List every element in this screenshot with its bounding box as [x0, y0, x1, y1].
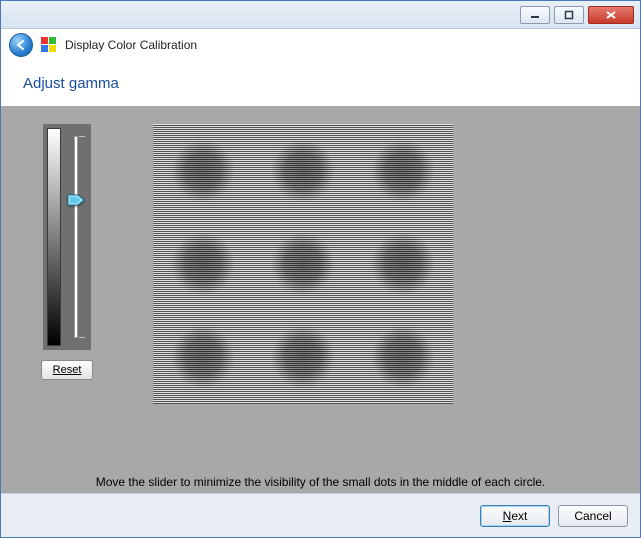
gamma-dot [153, 124, 253, 217]
slider-tick-bottom [79, 337, 85, 338]
slider-tick-top [79, 136, 85, 137]
gamma-dot [353, 311, 453, 404]
instruction-text: Move the slider to minimize the visibili… [1, 475, 640, 489]
back-button[interactable] [9, 33, 33, 57]
dot-grid [153, 124, 453, 404]
gamma-dot [353, 217, 453, 310]
cancel-button-label: Cancel [574, 509, 611, 523]
app-icon [41, 37, 57, 53]
close-button[interactable] [588, 6, 634, 24]
slider-thumb[interactable] [67, 194, 85, 206]
title-bar [1, 1, 640, 29]
gamma-dot [253, 124, 353, 217]
body: Adjust gamma [1, 61, 640, 493]
back-arrow-icon [14, 38, 28, 52]
header-row: Display Color Calibration [1, 29, 640, 61]
gamma-slider-panel [43, 124, 91, 350]
gamma-slider[interactable] [65, 128, 87, 346]
gradient-strip [47, 128, 61, 346]
gamma-dot [253, 217, 353, 310]
next-button[interactable]: Next [480, 505, 550, 527]
app-title: Display Color Calibration [65, 38, 197, 52]
gamma-test-pattern [153, 124, 453, 404]
gamma-dot [353, 124, 453, 217]
next-button-label: Next [503, 509, 528, 523]
slider-column: Reset [41, 124, 93, 380]
footer: Next Cancel [1, 493, 640, 537]
gamma-dot [153, 311, 253, 404]
gamma-dot [153, 217, 253, 310]
page-heading: Adjust gamma [23, 75, 618, 92]
gamma-dot [253, 311, 353, 404]
reset-button[interactable]: Reset [41, 360, 93, 380]
content-area: Reset [1, 106, 640, 493]
heading-band: Adjust gamma [1, 61, 640, 106]
slider-track-line [74, 136, 78, 338]
window: Display Color Calibration Adjust gamma [0, 0, 641, 538]
minimize-button[interactable] [520, 6, 550, 24]
cancel-button[interactable]: Cancel [558, 505, 628, 527]
maximize-button[interactable] [554, 6, 584, 24]
reset-button-label: Reset [53, 364, 82, 376]
